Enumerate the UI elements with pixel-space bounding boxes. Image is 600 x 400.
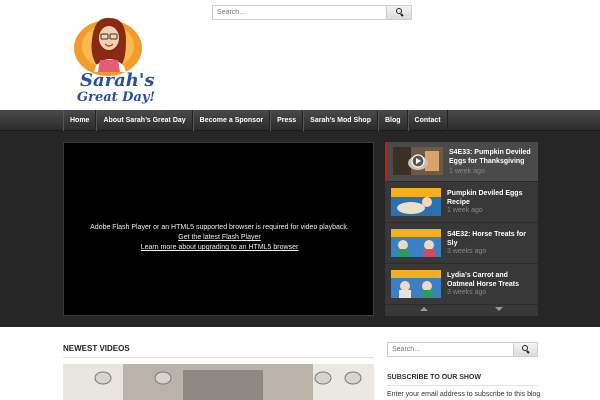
playlist-item[interactable]: Lydia’s Carrot and Oatmeal Horse Treats … <box>385 265 538 305</box>
playlist-item-title: Pumpkin Deviled Eggs Recipe <box>447 190 523 206</box>
main-nav: Home About Sarah’s Great Day Become a Sp… <box>0 110 600 131</box>
playlist-item[interactable]: S4E32: Horse Treats for Sly 3 weeks ago <box>385 224 538 264</box>
flash-player-link[interactable]: Get the latest Flash Player <box>64 233 375 243</box>
video-thumbnail <box>391 229 441 257</box>
sidebar-search-button[interactable] <box>513 343 537 356</box>
nav-item-press[interactable]: Press <box>270 110 304 131</box>
featured-section: Adobe Flash Player or an HTML5 supported… <box>0 131 600 327</box>
playlist-item-title: Lydia’s Carrot and Oatmeal Horse Treats <box>447 272 519 288</box>
playlist-item-age: 1 week ago <box>447 207 483 214</box>
divider <box>63 357 374 358</box>
nav-item-about[interactable]: About Sarah’s Great Day <box>96 110 193 131</box>
sidebar-search <box>387 342 538 357</box>
video-thumbnail <box>391 270 441 298</box>
nav-item-sponsor[interactable]: Become a Sponsor <box>192 110 271 131</box>
playlist-item-age: 3 weeks ago <box>447 248 487 255</box>
playlist-item[interactable]: Pumpkin Deviled Eggs Recipe 1 week ago <box>385 183 538 223</box>
site-logo[interactable]: Sarah's Great Day! <box>70 10 160 105</box>
kitchen-image <box>63 364 374 400</box>
html5-browser-link[interactable]: Learn more about upgrading to an HTML5 b… <box>64 243 375 253</box>
logo-subtitle: Great Day! <box>77 90 156 105</box>
sidebar-search-input[interactable] <box>388 343 513 356</box>
video-thumbnail <box>391 188 441 216</box>
search-icon <box>522 345 528 351</box>
video-thumbnail <box>393 147 443 175</box>
playlist-item-age: 1 week ago <box>449 168 485 175</box>
subscribe-heading: SUBSCRIBE TO OUR SHOW <box>387 374 481 381</box>
divider <box>387 385 538 386</box>
newest-videos-heading: NEWEST VIDEOS <box>63 344 130 353</box>
scroll-up-arrow-icon[interactable] <box>420 307 428 311</box>
nav-item-contact[interactable]: Contact <box>407 110 448 131</box>
player-message: Adobe Flash Player or an HTML5 supported… <box>64 223 375 253</box>
playlist-nav <box>385 302 538 316</box>
newest-video-thumbnail[interactable] <box>63 364 374 400</box>
playlist-item-title: S4E32: Horse Treats for Sly <box>447 231 526 247</box>
scroll-down-arrow-icon[interactable] <box>495 307 503 311</box>
nav-item-mod-shop[interactable]: Sarah’s Mod Shop <box>303 110 378 131</box>
player-requirement-text: Adobe Flash Player or an HTML5 supported… <box>90 224 349 231</box>
playlist-item-title: S4E33: Pumpkin Deviled Eggs for Thanksgi… <box>449 149 531 165</box>
subscribe-description: Enter your email address to subscribe to… <box>387 391 541 398</box>
header-search-input[interactable] <box>213 6 387 19</box>
playlist-item-age: 3 weeks ago <box>447 289 487 296</box>
search-icon <box>396 8 402 14</box>
header-search-button[interactable] <box>386 6 411 19</box>
video-playlist: S4E33: Pumpkin Deviled Eggs for Thanksgi… <box>385 142 538 316</box>
playlist-item[interactable]: S4E33: Pumpkin Deviled Eggs for Thanksgi… <box>385 142 538 182</box>
site-header: Sarah's Great Day! <box>0 0 600 110</box>
logo-title: Sarah's <box>80 70 155 91</box>
nav-item-blog[interactable]: Blog <box>377 110 408 131</box>
nav-item-home[interactable]: Home <box>63 110 97 131</box>
header-search <box>212 5 412 20</box>
video-player[interactable]: Adobe Flash Player or an HTML5 supported… <box>63 142 374 316</box>
